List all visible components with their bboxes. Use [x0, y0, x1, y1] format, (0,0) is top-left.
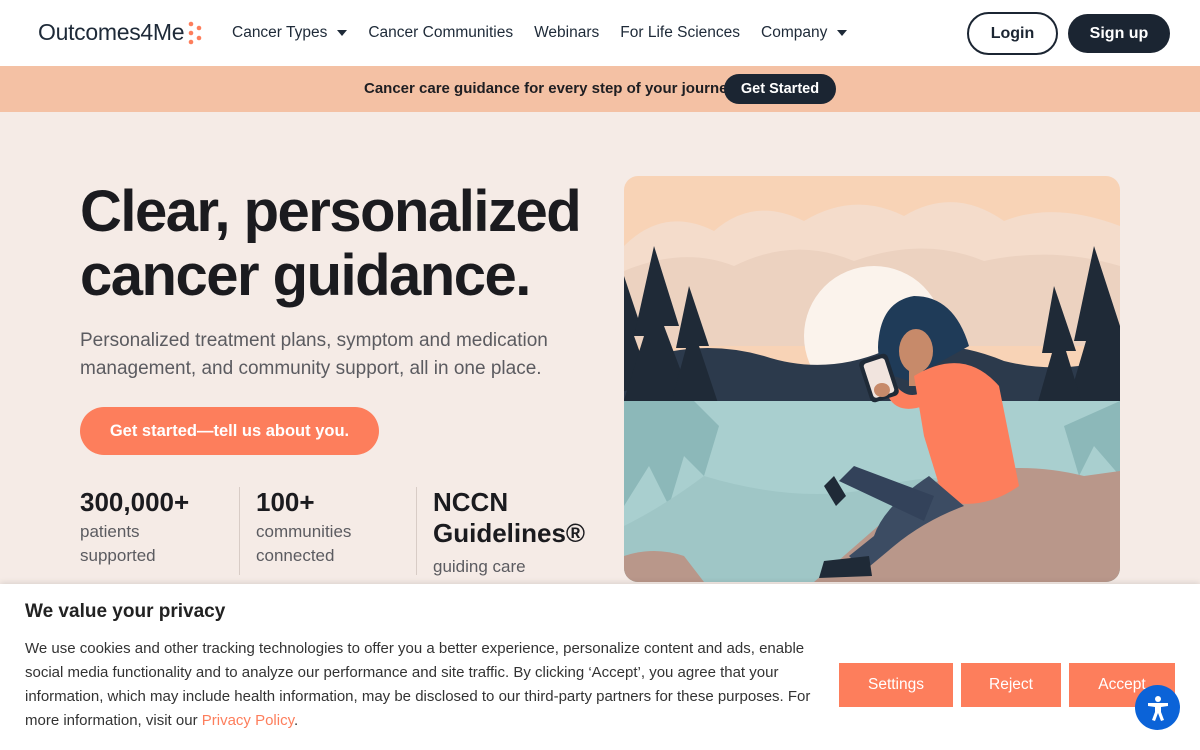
stat-label-line2: supported [80, 546, 156, 565]
main-nav: Cancer Types Cancer Communities Webinars… [232, 0, 868, 66]
promo-bar: Cancer care guidance for every step of y… [0, 66, 1200, 112]
accessibility-icon [1147, 695, 1168, 721]
nav-company-label: Company [761, 24, 828, 41]
hero-title-line2: cancer guidance. [80, 243, 531, 308]
cookie-settings-button[interactable]: Settings [839, 663, 953, 707]
chevron-down-icon [837, 30, 848, 36]
stat-label-line1: communities [256, 522, 352, 541]
promo-text: Cancer care guidance for every step of y… [364, 80, 736, 97]
hero-title-line1: Clear, personalized [80, 179, 582, 244]
logo-text: Outcomes4Me [38, 19, 185, 45]
cookie-body-end: . [293, 712, 299, 729]
signup-button[interactable]: Sign up [1068, 14, 1170, 53]
nav-cancer-types-label: Cancer Types [232, 24, 328, 41]
chevron-down-icon [337, 30, 348, 36]
cookie-body: We use cookies and other tracking techno… [25, 637, 815, 733]
stat-communities: 100+ communities connected [256, 487, 351, 568]
site-header: Outcomes4Me Cancer Types Cancer Communit… [0, 0, 1200, 66]
nav-for-life-sciences[interactable]: For Life Sciences [620, 24, 740, 42]
stat-label-line2: connected [256, 546, 335, 565]
stat-divider [239, 487, 240, 575]
stat-label-line1: patients [80, 522, 140, 541]
cookie-reject-button[interactable]: Reject [961, 663, 1061, 707]
login-button[interactable]: Login [967, 12, 1058, 55]
logo[interactable]: Outcomes4Me [38, 19, 205, 46]
stat-number-line2: Guidelines® [433, 518, 586, 548]
stat-nccn: NCCN Guidelines® guiding care [433, 487, 585, 579]
nav-for-life-sciences-label: For Life Sciences [620, 24, 741, 41]
hero-subtitle: Personalized treatment plans, symptom an… [80, 330, 548, 379]
stat-number-line1: NCCN [433, 487, 509, 517]
nav-webinars[interactable]: Webinars [534, 24, 599, 42]
cookie-body-text: We use cookies and other tracking techno… [25, 640, 811, 729]
stat-number: 300,000+ [80, 487, 190, 517]
nav-cancer-communities[interactable]: Cancer Communities [368, 24, 513, 42]
stat-label: patients supported [80, 520, 189, 568]
accessibility-button[interactable] [1135, 685, 1180, 730]
nav-webinars-label: Webinars [534, 24, 600, 41]
hero-cta-button[interactable]: Get started—tell us about you. [80, 407, 379, 455]
stat-patients: 300,000+ patients supported [80, 487, 189, 568]
privacy-policy-link[interactable]: Privacy Policy [202, 712, 294, 729]
nav-cancer-communities-label: Cancer Communities [368, 24, 514, 41]
dots-logo-icon [188, 21, 202, 44]
nav-cancer-types[interactable]: Cancer Types [232, 24, 348, 42]
cookie-title: We value your privacy [25, 601, 226, 622]
woman-reading-phone-by-lake-illustration [624, 176, 1120, 582]
hero-title: Clear, personalized cancer guidance. [80, 180, 600, 308]
stat-number: 100+ [256, 487, 315, 517]
stat-label: communities connected [256, 520, 351, 568]
illustration-svg [624, 176, 1120, 582]
get-started-button[interactable]: Get Started [724, 74, 836, 104]
cookie-banner: We value your privacy We use cookies and… [0, 584, 1200, 750]
stat-divider [416, 487, 417, 575]
stat-label: guiding care [433, 557, 526, 576]
stat-number: NCCN Guidelines® [433, 487, 585, 549]
nav-company[interactable]: Company [761, 24, 848, 42]
